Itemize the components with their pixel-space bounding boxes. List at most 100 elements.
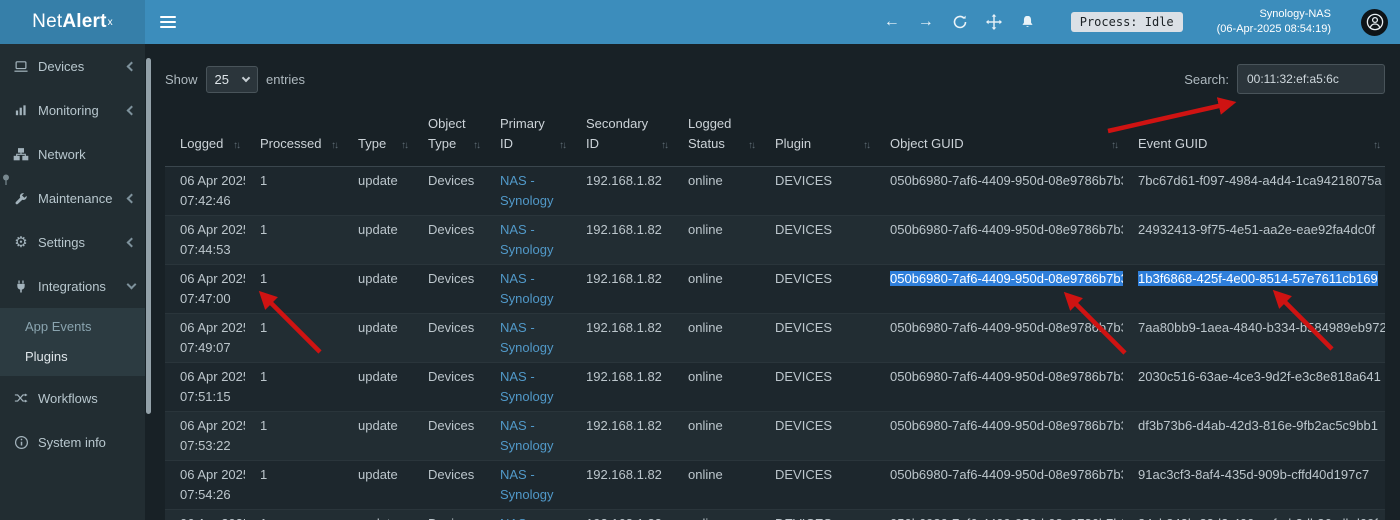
cell-logged-status: online (673, 167, 760, 216)
column-header-secondary-id[interactable]: Secondary ID↑↓ (571, 106, 673, 167)
sidebar-item-label: Monitoring (38, 103, 99, 118)
cell-event-guid: 84cb842b-83d2-400a-afad-3db86cdbd09f (1123, 510, 1385, 520)
bell-icon[interactable] (1020, 14, 1035, 30)
cell-type: update (343, 167, 413, 216)
search-label: Search: (1184, 72, 1229, 87)
user-avatar[interactable] (1361, 9, 1388, 36)
cell-processed: 1 (245, 412, 343, 461)
sort-icon[interactable]: ↑↓ (1373, 136, 1379, 156)
sidebar-scrollbar[interactable] (146, 58, 151, 414)
sort-icon[interactable]: ↑↓ (863, 136, 869, 156)
cell-object-guid: 050b6980-7af6-4409-950d-08e9786b7b33 (875, 265, 1123, 314)
table-row: 06 Apr 2025,07:44:531updateDevicesNAS -S… (165, 216, 1385, 265)
cell-primary-id: NAS -Synology (485, 167, 571, 216)
sidebar-item-network[interactable]: Network (0, 132, 145, 176)
sort-icon[interactable]: ↑↓ (661, 136, 667, 156)
cell-object-guid: 050b6980-7af6-4409-950d-08e9786b7b33 (875, 510, 1123, 520)
chevron-left-icon (127, 193, 137, 203)
sidebar-item-integrations[interactable]: Integrations (0, 264, 145, 308)
sidebar-item-devices[interactable]: Devices (0, 44, 145, 88)
sidebar-item-system-info[interactable]: System info (0, 420, 145, 464)
sort-icon[interactable]: ↑↓ (473, 136, 479, 156)
refresh-icon[interactable] (952, 14, 968, 30)
device-link[interactable]: NAS -Synology (500, 416, 563, 456)
cell-event-guid: 7aa80bb9-1aea-4840-b334-b584989eb972 (1123, 314, 1385, 363)
device-link[interactable]: NAS -Synology (500, 465, 563, 505)
cell-object-type: Devices (413, 363, 485, 412)
cell-secondary-id: 192.168.1.82 (571, 510, 673, 520)
chart-icon (13, 103, 29, 118)
device-link[interactable]: NAS -Synology (500, 318, 563, 358)
column-header-processed[interactable]: Processed↑↓ (245, 106, 343, 167)
cell-processed: 1 (245, 216, 343, 265)
cell-object-type: Devices (413, 216, 485, 265)
device-link[interactable]: NAS -Synology (500, 220, 563, 260)
back-arrow-icon[interactable]: ← (884, 14, 900, 30)
device-link[interactable]: NAS -Synology (500, 269, 563, 309)
cell-secondary-id: 192.168.1.82 (571, 265, 673, 314)
cell-object-guid: 050b6980-7af6-4409-950d-08e9786b7b33 (875, 461, 1123, 510)
sort-icon[interactable]: ↑↓ (748, 136, 754, 156)
column-header-object-type[interactable]: Object Type↑↓ (413, 106, 485, 167)
column-header-logged[interactable]: Logged↑↓ (165, 106, 245, 167)
cell-logged-status: online (673, 265, 760, 314)
column-header-type[interactable]: Type↑↓ (343, 106, 413, 167)
sort-icon[interactable]: ↑↓ (233, 136, 239, 156)
sidebar-item-workflows[interactable]: Workflows (0, 376, 145, 420)
sidebar-subitem-plugins[interactable]: Plugins (0, 342, 145, 372)
cell-logged: 06 Apr 2025,07:47:00 (165, 265, 245, 314)
move-icon[interactable] (986, 14, 1002, 30)
menu-toggle-button[interactable] (145, 0, 191, 44)
subitem-label: App Events (25, 319, 92, 334)
column-header-primary-id[interactable]: Primary ID↑↓ (485, 106, 571, 167)
sidebar-item-monitoring[interactable]: Monitoring (0, 88, 145, 132)
sort-icon[interactable]: ↑↓ (401, 136, 407, 156)
sidebar-item-maintenance[interactable]: Maintenance (0, 176, 145, 220)
forward-arrow-icon[interactable]: → (918, 14, 934, 30)
cell-plugin: DEVICES (760, 265, 875, 314)
sort-icon[interactable]: ↑↓ (1111, 136, 1117, 156)
column-header-event-guid[interactable]: Event GUID↑↓ (1123, 106, 1385, 167)
table-row: 06 Apr 2025,07:54:261updateDevicesNAS -S… (165, 461, 1385, 510)
cell-event-guid: 1b3f6868-425f-4e00-8514-57e7611cb169 (1123, 265, 1385, 314)
sitemap-icon (13, 147, 29, 162)
sidebar-subitem-app-events[interactable]: App Events (0, 312, 145, 342)
cell-secondary-id: 192.168.1.82 (571, 314, 673, 363)
cell-object-guid: 050b6980-7af6-4409-950d-08e9786b7b33 (875, 167, 1123, 216)
cell-logged-status: online (673, 314, 760, 363)
cell-secondary-id: 192.168.1.82 (571, 363, 673, 412)
column-header-object-guid[interactable]: Object GUID↑↓ (875, 106, 1123, 167)
table-header-row: Logged↑↓Processed↑↓Type↑↓Object Type↑↓Pr… (165, 106, 1385, 167)
cell-logged: 06 Apr 2025,07:44:53 (165, 216, 245, 265)
device-link[interactable]: NAS -Synology (500, 367, 563, 407)
sort-icon[interactable]: ↑↓ (331, 136, 337, 156)
sort-icon[interactable]: ↑↓ (559, 136, 565, 156)
cell-logged: 06 Apr 2025,07:53:22 (165, 412, 245, 461)
entries-per-page-select[interactable]: 25 (206, 66, 258, 93)
column-header-plugin[interactable]: Plugin↑↓ (760, 106, 875, 167)
main-content: Show 25 entries Search: Logged↑↓Processe… (151, 44, 1400, 520)
cell-logged: 06 Apr 2025,07:42:46 (165, 167, 245, 216)
cell-event-guid: 7bc67d61-f097-4984-a4d4-1ca94218075a (1123, 167, 1385, 216)
search-input[interactable] (1237, 64, 1385, 94)
wrench-icon (13, 191, 29, 206)
cell-plugin: DEVICES (760, 363, 875, 412)
cell-logged-status: online (673, 461, 760, 510)
chevron-left-icon (127, 237, 137, 247)
subitem-label: Plugins (25, 349, 68, 364)
app-logo[interactable]: NetAlertx (0, 0, 145, 44)
process-status-badge: Process: Idle (1071, 12, 1183, 32)
cell-plugin: DEVICES (760, 314, 875, 363)
sidebar-item-label: Network (38, 147, 86, 162)
cell-logged-status: online (673, 510, 760, 520)
sidebar: Devices Monitoring Network Maintenance ⚙… (0, 44, 145, 520)
brand-bold: Alert (62, 11, 106, 33)
device-link[interactable]: NAS -Synology (500, 514, 563, 520)
entries-label: entries (266, 72, 305, 87)
cell-processed: 1 (245, 265, 343, 314)
sidebar-item-settings[interactable]: ⚙ Settings (0, 220, 145, 264)
device-link[interactable]: NAS -Synology (500, 171, 563, 211)
cell-logged: 06 Apr 2025, (165, 510, 245, 520)
column-header-logged-status[interactable]: Logged Status↑↓ (673, 106, 760, 167)
cell-logged: 06 Apr 2025,07:51:15 (165, 363, 245, 412)
